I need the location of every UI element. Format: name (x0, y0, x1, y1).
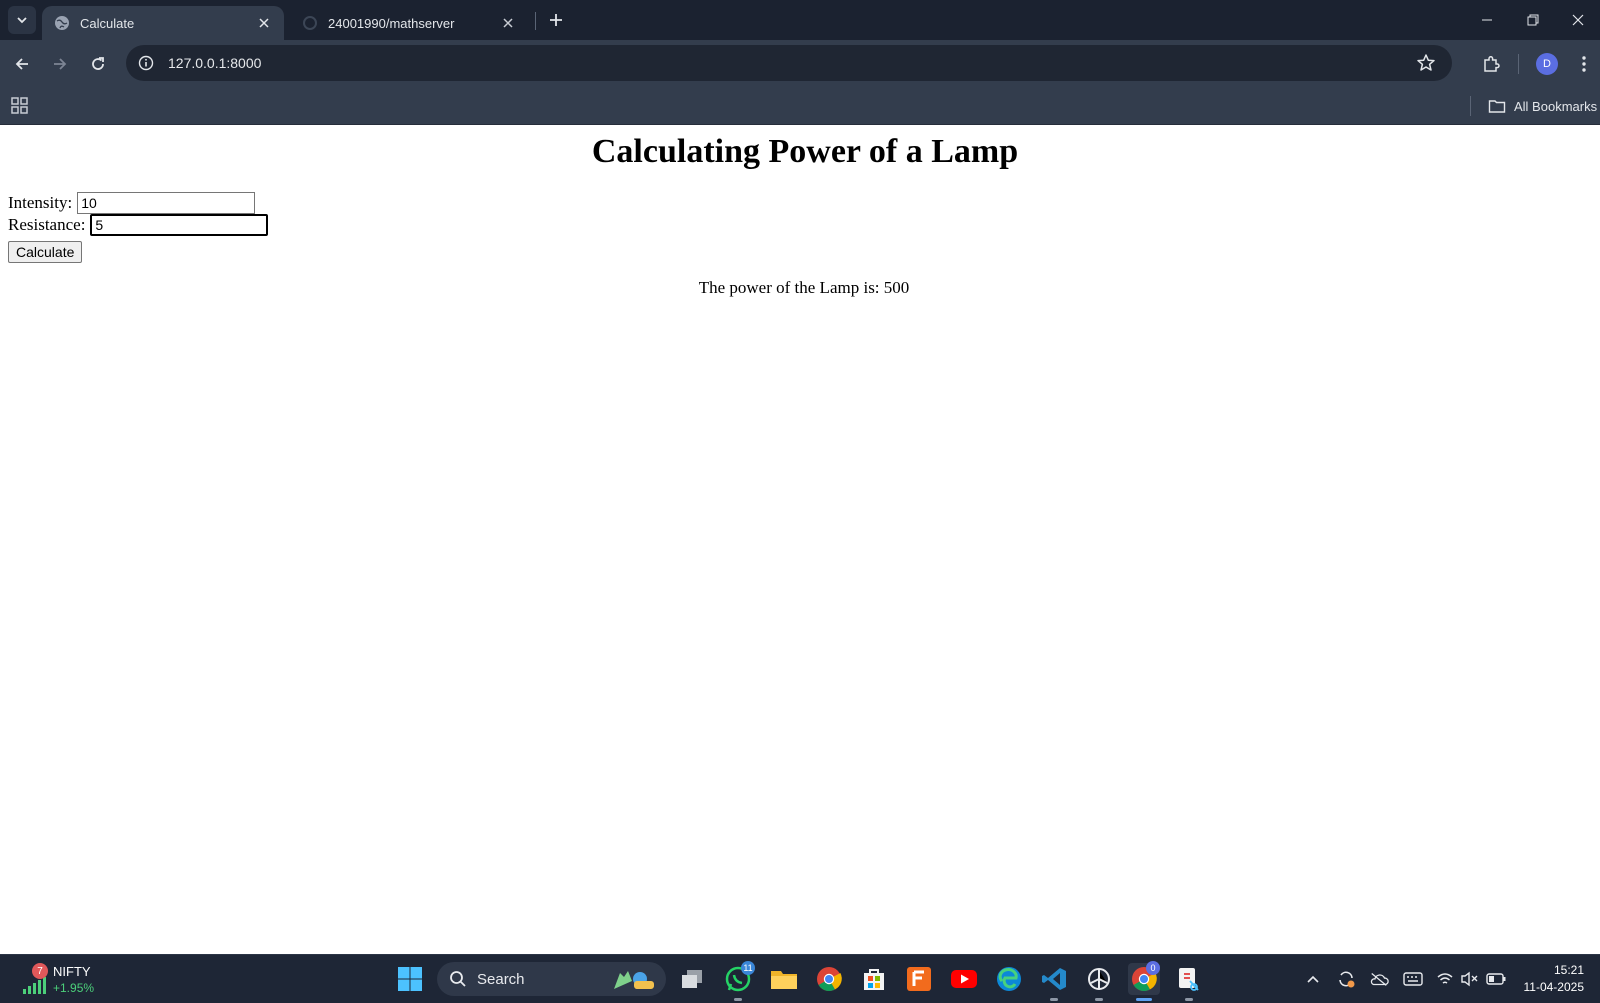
running-indicator (1185, 998, 1193, 1001)
chrome-icon[interactable] (813, 963, 845, 995)
taskbar: 7 NIFTY +1.95% Search 11 0 15:21 11-04-2… (0, 954, 1600, 1003)
restore-icon (1527, 14, 1539, 26)
close-window-button[interactable] (1556, 0, 1600, 40)
close-tab-icon[interactable] (500, 15, 516, 31)
extensions-button[interactable] (1479, 52, 1503, 76)
arrow-left-icon (15, 58, 28, 70)
calculate-button[interactable]: Calculate (8, 241, 83, 263)
minimize-icon (1482, 19, 1492, 21)
keyboard-icon[interactable] (1403, 969, 1423, 989)
bookmark-star-icon[interactable] (1416, 53, 1436, 73)
intensity-label: Intensity: (8, 193, 73, 212)
start-button[interactable] (394, 963, 426, 995)
arrow-right-icon (54, 58, 67, 70)
chevron-down-icon (17, 17, 27, 24)
tab-title: Calculate (80, 15, 135, 31)
web-page: Calculating Power of a Lamp Intensity: R… (0, 125, 1600, 954)
youtube-icon[interactable] (948, 963, 980, 995)
widget-change: +1.95% (53, 981, 95, 995)
minimize-button[interactable] (1464, 0, 1510, 40)
active-indicator (1136, 998, 1152, 1001)
finance-app-icon[interactable] (903, 963, 935, 995)
bookmarks-separator (1470, 96, 1471, 116)
whatsapp-badge: 11 (741, 961, 755, 975)
browser-toolbar: 127.0.0.1:8000 D (0, 40, 1600, 88)
chrome-badge: 0 (1146, 961, 1160, 975)
all-bookmarks-label: All Bookmarks (1514, 98, 1598, 114)
vscode-icon[interactable] (1038, 963, 1070, 1001)
tab-separator (535, 12, 536, 30)
resistance-row: Resistance: (8, 214, 269, 236)
running-indicator (1095, 998, 1103, 1001)
signal-bars-icon (23, 977, 46, 994)
running-indicator (1050, 998, 1058, 1001)
menu-button[interactable] (1572, 52, 1596, 76)
folder-icon (1488, 100, 1506, 113)
address-url: 127.0.0.1:8000 (168, 55, 262, 71)
search-label: Search (477, 970, 525, 988)
intensity-row: Intensity: (8, 192, 256, 214)
site-info-icon[interactable] (136, 53, 156, 73)
more-vertical-icon (1582, 56, 1586, 72)
tab-title: 24001990/mathserver (328, 15, 455, 31)
tab-mathserver[interactable]: 24001990/mathserver (290, 6, 528, 40)
tab-search-button[interactable] (8, 6, 36, 34)
search-highlight-icon (614, 971, 654, 989)
sync-icon[interactable] (1336, 969, 1356, 989)
clock[interactable]: 15:21 11-04-2025 (1524, 962, 1585, 996)
whatsapp-icon[interactable]: 11 (722, 961, 755, 1001)
onedrive-offline-icon[interactable] (1369, 969, 1389, 989)
profile-avatar[interactable]: D (1536, 53, 1558, 75)
resistance-label: Resistance: (8, 215, 86, 234)
plus-icon (550, 14, 562, 26)
tab-strip: Calculate 24001990/mathserver (0, 0, 1600, 40)
speaker-muted-icon[interactable] (1460, 969, 1480, 989)
apps-grid-icon[interactable] (10, 96, 30, 116)
chrome-running-icon[interactable]: 0 (1128, 961, 1160, 1001)
all-bookmarks-button[interactable]: All Bookmarks (1488, 94, 1597, 118)
clock-date: 11-04-2025 (1523, 980, 1585, 994)
close-icon (1572, 14, 1584, 26)
windows-logo-icon (398, 967, 422, 991)
close-tab-icon[interactable] (256, 15, 272, 31)
edge-icon[interactable] (993, 963, 1025, 995)
widget-title: NIFTY (53, 964, 91, 979)
battery-icon[interactable] (1486, 969, 1506, 989)
puzzle-icon (1484, 55, 1500, 72)
new-tab-button[interactable] (544, 8, 568, 32)
globe-icon (55, 16, 69, 30)
stock-widget[interactable]: 7 NIFTY +1.95% (18, 961, 128, 997)
reload-icon (92, 57, 104, 70)
reload-button[interactable] (84, 50, 112, 78)
intensity-input[interactable] (77, 192, 256, 214)
forward-button[interactable] (46, 50, 74, 78)
page-title: Calculating Power of a Lamp (591, 133, 1019, 170)
address-bar[interactable]: 127.0.0.1:8000 (126, 45, 1452, 81)
toolbar-separator (1518, 54, 1519, 74)
search-icon (450, 971, 466, 987)
back-button[interactable] (8, 50, 36, 78)
bookmarks-bar: All Bookmarks (0, 88, 1600, 125)
resistance-input[interactable] (90, 214, 269, 236)
task-view-icon[interactable] (676, 963, 708, 995)
microsoft-store-icon[interactable] (858, 963, 890, 995)
wifi-icon[interactable] (1435, 969, 1455, 989)
tab-calculate[interactable]: Calculate (42, 6, 284, 40)
loading-spinner-icon (303, 16, 317, 30)
running-indicator (734, 998, 742, 1001)
restore-button[interactable] (1510, 0, 1556, 40)
chevron-up-icon[interactable] (1303, 969, 1323, 989)
clock-time: 15:21 (1553, 963, 1584, 977)
taskbar-search[interactable]: Search (437, 962, 666, 996)
snipping-tool-icon[interactable] (1173, 963, 1205, 1001)
result-text: The power of the Lamp is: 500 (698, 278, 910, 297)
widget-badge: 7 (32, 963, 48, 979)
chatgpt-icon[interactable] (1083, 963, 1115, 1001)
file-explorer-icon[interactable] (768, 963, 800, 995)
